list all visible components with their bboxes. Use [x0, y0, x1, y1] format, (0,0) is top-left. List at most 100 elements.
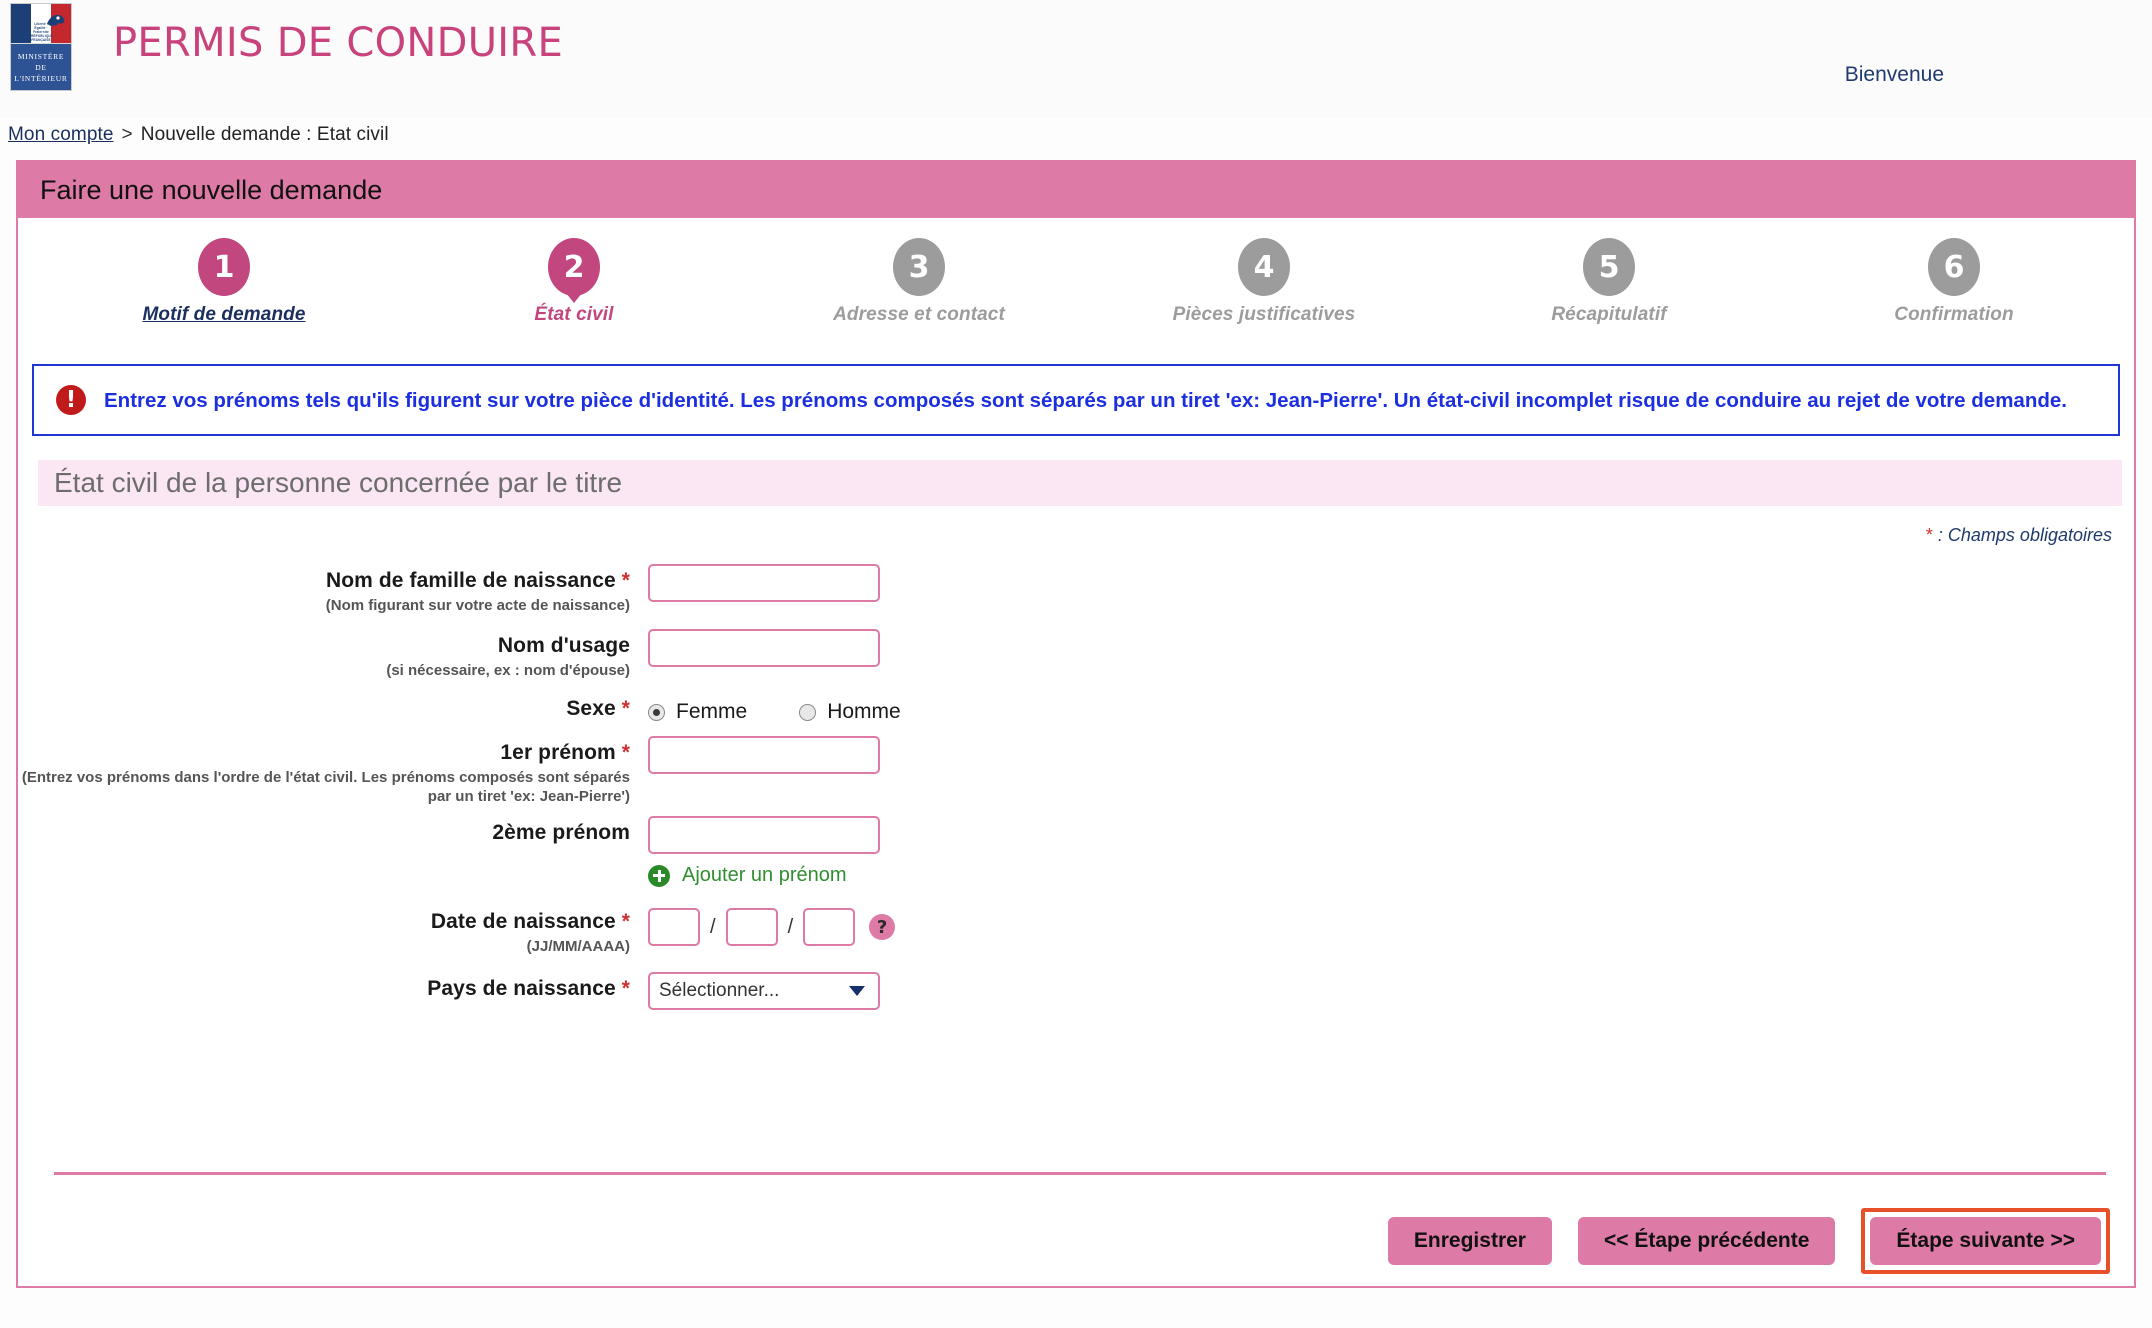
pays-naissance-select[interactable]: Sélectionner...	[648, 972, 880, 1010]
next-step-button-highlight: Étape suivante >>	[1861, 1208, 2110, 1274]
label-pays-naissance-text: Pays de naissance	[427, 977, 616, 1000]
sexe-radio-group: Femme Homme	[648, 692, 953, 724]
ministry-label: MINISTÈRE DE L'INTÉRIEUR	[11, 44, 71, 90]
field-row-sexe: Sexe * Femme Homme	[18, 690, 2134, 724]
section-heading: État civil de la personne concernée par …	[38, 460, 2122, 506]
field-row-date-naissance: Date de naissance * (JJ/MM/AAAA) / / ?	[18, 903, 2134, 956]
label-prenom1-star: *	[621, 741, 630, 764]
ministry-line-3: L'INTÉRIEUR	[14, 73, 68, 83]
label-date-naissance-star: *	[621, 910, 630, 933]
radio-homme-input[interactable]	[799, 703, 817, 721]
radio-femme-input[interactable]	[648, 703, 665, 721]
radio-option-homme[interactable]: Homme	[799, 700, 901, 724]
previous-step-button[interactable]: << Étape précédente	[1577, 1217, 1836, 1265]
stepper-step-2[interactable]: 2 État civil	[424, 238, 724, 326]
hint-nom-naissance: (Nom figurant sur votre acte de naissanc…	[325, 597, 630, 614]
panel-title: Faire une nouvelle demande	[18, 162, 2134, 218]
prenom1-input[interactable]	[648, 736, 880, 774]
date-year-input[interactable]	[803, 908, 856, 946]
label-sexe-text: Sexe	[566, 697, 616, 720]
field-row-prenom2: 2ème prénom Ajouter un prénom	[18, 814, 2134, 887]
step-2-number: 2	[548, 238, 600, 296]
hint-nom-usage: (si nécessaire, ex : nom d'épouse)	[386, 662, 630, 679]
date-separator-1: /	[710, 915, 716, 938]
stepper-step-4[interactable]: 4 Pièces justificatives	[1114, 238, 1414, 326]
date-month-input[interactable]	[725, 908, 778, 946]
label-pays-naissance: Pays de naissance *	[18, 970, 648, 1001]
radio-option-femme[interactable]: Femme	[648, 700, 747, 724]
next-step-button[interactable]: Étape suivante >>	[1870, 1217, 2101, 1265]
add-prenom-link[interactable]: Ajouter un prénom	[648, 864, 880, 887]
step-4-label: Pièces justificatives	[1172, 304, 1356, 325]
republique-francaise-logo: Liberté · Égalité · Fraternité RÉPUBLIQU…	[10, 3, 72, 91]
exclamation-icon: !	[56, 385, 86, 415]
site-header: Liberté · Égalité · Fraternité RÉPUBLIQU…	[0, 0, 2152, 118]
step-4-number: 4	[1238, 238, 1290, 296]
label-prenom2: 2ème prénom	[18, 814, 648, 845]
step-6-number: 6	[1928, 238, 1980, 296]
step-3-label: Adresse et contact	[833, 304, 1005, 325]
step-1-label[interactable]: Motif de demande	[74, 304, 374, 326]
label-nom-naissance-star: *	[621, 569, 630, 592]
page-title: PERMIS DE CONDUIRE	[113, 20, 564, 66]
required-note-text: : Champs obligatoires	[1932, 525, 2112, 545]
help-question-icon[interactable]: ?	[869, 914, 896, 940]
prenom2-input[interactable]	[648, 816, 880, 854]
add-prenom-label: Ajouter un prénom	[682, 864, 847, 886]
radio-femme-label: Femme	[676, 700, 748, 723]
required-star: *	[1925, 525, 1933, 545]
field-row-nom-usage: Nom d'usage (si nécessaire, ex : nom d'é…	[18, 627, 2134, 680]
step-1-number: 1	[198, 238, 250, 296]
hint-date-naissance: (JJ/MM/AAAA)	[526, 938, 630, 955]
save-button[interactable]: Enregistrer	[1387, 1217, 1552, 1265]
breadcrumb-separator: >	[121, 124, 133, 145]
nom-naissance-input[interactable]	[648, 564, 880, 602]
radio-homme-label: Homme	[827, 700, 901, 723]
step-6-label: Confirmation	[1894, 304, 2014, 325]
breadcrumb-current: Nouvelle demande : Etat civil	[140, 124, 389, 145]
etat-civil-form: Nom de famille de naissance * (Nom figur…	[18, 562, 2134, 1018]
step-3-number: 3	[893, 238, 945, 296]
step-5-label: Récapitulatif	[1551, 304, 1667, 325]
stepper-step-6[interactable]: 6 Confirmation	[1804, 238, 2104, 326]
breadcrumb: Mon compte > Nouvelle demande : Etat civil	[8, 124, 389, 146]
label-prenom2-text: 2ème prénom	[492, 821, 630, 844]
tricolor-flag-icon: Liberté · Égalité · Fraternité RÉPUBLIQU…	[11, 4, 71, 44]
stepper-step-3[interactable]: 3 Adresse et contact	[769, 238, 1069, 326]
breadcrumb-link-mon-compte[interactable]: Mon compte	[8, 124, 114, 145]
stepper-step-1[interactable]: 1 Motif de demande	[74, 238, 374, 326]
date-separator-2: /	[787, 915, 794, 938]
label-nom-usage-text: Nom d'usage	[497, 634, 630, 657]
step-5-number: 5	[1583, 238, 1635, 296]
nom-usage-input[interactable]	[648, 629, 880, 667]
footer-divider	[54, 1172, 2106, 1175]
hint-prenom1: (Entrez vos prénoms dans l'ordre de l'ét…	[21, 769, 630, 805]
field-row-nom-naissance: Nom de famille de naissance * (Nom figur…	[18, 562, 2134, 615]
form-action-bar: Enregistrer << Étape précédente Étape su…	[1387, 1208, 2110, 1274]
date-naissance-group: / / ?	[648, 905, 896, 946]
info-alert: ! Entrez vos prénoms tels qu'ils figuren…	[32, 364, 2120, 436]
chevron-down-icon	[849, 986, 865, 996]
welcome-message: Bienvenue	[1844, 63, 1944, 86]
progress-stepper: 1 Motif de demande 2 État civil 3 Adress…	[18, 224, 2134, 346]
field-row-prenom1: 1er prénom * (Entrez vos prénoms dans l'…	[18, 734, 2134, 806]
ministry-line-2: DE	[35, 62, 47, 72]
field-row-pays-naissance: Pays de naissance * Sélectionner...	[18, 970, 2134, 1010]
logo-devise: Liberté · Égalité · Fraternité RÉPUBLIQU…	[31, 22, 53, 42]
label-date-naissance-text: Date de naissance	[430, 910, 616, 933]
step-2-label: État civil	[534, 304, 614, 325]
date-day-input[interactable]	[648, 908, 700, 946]
label-sexe: Sexe *	[18, 690, 648, 721]
main-panel: Faire une nouvelle demande 1 Motif de de…	[16, 160, 2136, 1288]
label-nom-naissance: Nom de famille de naissance * (Nom figur…	[18, 562, 648, 615]
label-sexe-star: *	[621, 697, 630, 720]
label-date-naissance: Date de naissance * (JJ/MM/AAAA)	[18, 903, 648, 956]
stepper-step-5[interactable]: 5 Récapitulatif	[1459, 238, 1759, 326]
plus-circle-icon	[648, 864, 670, 887]
label-prenom1: 1er prénom * (Entrez vos prénoms dans l'…	[18, 734, 648, 806]
pays-naissance-selected-value: Sélectionner...	[659, 980, 780, 1001]
alert-message: Entrez vos prénoms tels qu'ils figurent …	[104, 388, 2067, 412]
label-nom-naissance-text: Nom de famille de naissance	[325, 569, 616, 592]
required-fields-note: * : Champs obligatoires	[1926, 525, 2112, 546]
label-pays-naissance-star: *	[621, 977, 630, 1000]
